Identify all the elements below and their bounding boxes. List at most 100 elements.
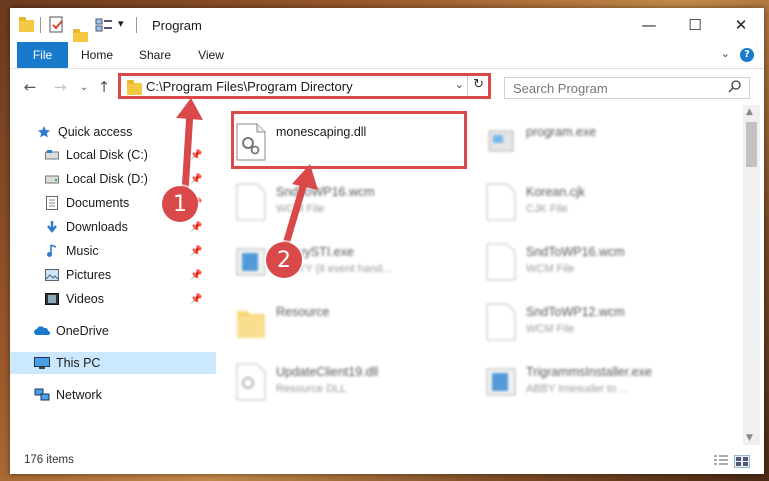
sidebar-item-label: Local Disk (C:) [66, 148, 148, 162]
explorer-window: ▾ Program — ☐ ✕ File Home Share View ⌄ ?… [10, 8, 764, 474]
drive-icon [44, 148, 60, 162]
exe-file-icon [486, 363, 516, 401]
sidebar-item-label: Downloads [66, 220, 128, 234]
address-dropdown-icon[interactable]: ⌄ [455, 78, 464, 91]
scrollbar-thumb[interactable] [746, 122, 757, 167]
help-icon[interactable]: ? [740, 48, 754, 62]
sidebar-item-label: Documents [66, 196, 130, 210]
pin-icon[interactable]: 📌 [190, 294, 202, 305]
sidebar-item-music[interactable]: Music 📌 [10, 240, 238, 262]
tab-view[interactable]: View [192, 42, 230, 68]
minimize-button[interactable]: — [626, 8, 672, 42]
maximize-button[interactable]: ☐ [672, 8, 718, 42]
tab-file[interactable]: File [17, 42, 68, 68]
file-item[interactable]: program.exe [482, 117, 722, 169]
sidebar-item-label: This PC [56, 356, 101, 370]
sidebar-item-label: Pictures [66, 268, 112, 282]
sidebar-item-documents[interactable]: Documents 📌 [10, 192, 238, 214]
music-icon [44, 244, 60, 258]
sidebar-item-pictures[interactable]: Pictures 📌 [10, 264, 238, 286]
pin-icon[interactable]: 📌 [190, 174, 202, 185]
pin-icon[interactable]: 📌 [190, 270, 202, 281]
sidebar-item-network[interactable]: Network [10, 384, 228, 406]
sidebar-item-onedrive[interactable]: OneDrive [10, 320, 228, 342]
file-name: Resource [276, 305, 330, 319]
file-icon [486, 243, 516, 281]
sidebar-item-local-disk-d[interactable]: Local Disk (D:) 📌 [10, 168, 238, 190]
sidebar-item-videos[interactable]: Videos 📌 [10, 288, 238, 310]
ribbon-tabs: File Home Share View ⌄ ? [10, 42, 764, 69]
highlight-box [231, 111, 467, 169]
videos-icon [44, 292, 60, 306]
tab-share[interactable]: Share [134, 42, 176, 68]
scroll-up-icon[interactable]: ▲ [746, 107, 753, 117]
file-item[interactable]: Resource [232, 297, 472, 349]
pin-icon[interactable]: 📌 [190, 222, 202, 233]
pin-icon[interactable]: 📌 [190, 150, 202, 161]
address-bar[interactable]: C:\Program Files\Program Directory ⌄ ↻ [118, 73, 491, 99]
navigation-pane: Quick access Local Disk (C:) 📌 Local Dis… [10, 105, 228, 445]
search-icon[interactable] [728, 80, 741, 97]
exe-file-icon [236, 243, 266, 281]
file-icon [486, 183, 516, 221]
sidebar-item-label: Music [66, 244, 99, 258]
sidebar-item-label: Network [56, 388, 102, 402]
back-arrow-icon[interactable]: ← [20, 77, 40, 97]
file-type: WCM File [526, 263, 575, 275]
callout-badge-two: 2 [266, 242, 302, 278]
forward-arrow-icon[interactable]: → [50, 77, 70, 97]
sidebar-item-label: Quick access [58, 125, 133, 139]
address-row: ← → ⌄ ↑ C:\Program Files\Program Directo… [10, 69, 764, 105]
file-name: UpdateClient19.dll [276, 365, 379, 379]
search-input[interactable]: Search Program [504, 77, 750, 99]
sidebar-item-downloads[interactable]: Downloads 📌 [10, 216, 238, 238]
file-item[interactable]: SndToWP12.wcm WCM File [482, 297, 722, 349]
expand-ribbon-icon[interactable]: ⌄ [721, 47, 730, 60]
properties-icon[interactable] [49, 16, 65, 33]
pin-icon[interactable]: 📌 [190, 246, 202, 257]
toolbar-divider [40, 17, 41, 33]
item-count: 176 items [24, 454, 74, 466]
view-options-icon[interactable] [95, 17, 113, 33]
pc-icon [34, 356, 50, 370]
up-arrow-icon[interactable]: ↑ [94, 77, 114, 97]
window-title: Program [152, 18, 202, 33]
file-type: WCM File [276, 203, 325, 215]
file-type: CJK File [526, 203, 568, 215]
file-name: Korean.cjk [526, 185, 586, 199]
large-icons-view-icon[interactable] [734, 455, 750, 468]
sidebar-item-label: Videos [66, 292, 104, 306]
address-path[interactable]: C:\Program Files\Program Directory [146, 79, 353, 94]
star-icon [36, 125, 52, 139]
file-item[interactable]: SndToWP16.wcm WCM File [232, 177, 472, 229]
file-item[interactable]: Korean.cjk CJK File [482, 177, 722, 229]
title-divider [136, 17, 137, 33]
file-type: WCM File [526, 323, 575, 335]
dll-file-icon [236, 363, 266, 401]
close-button[interactable]: ✕ [718, 8, 764, 42]
file-item[interactable]: TrigrammsInstaller.exe ABBY Imesuder to … [482, 357, 722, 409]
file-item[interactable]: UpdateClient19.dll Resource DLL [232, 357, 472, 409]
tab-home[interactable]: Home [76, 42, 118, 68]
refresh-icon[interactable]: ↻ [473, 77, 484, 92]
exe-file-icon [486, 123, 516, 161]
address-folder-icon [127, 80, 142, 95]
customize-toolbar-icon[interactable]: ▾ [118, 17, 124, 33]
file-icon [236, 183, 266, 221]
file-name: program.exe [526, 125, 597, 139]
title-bar: ▾ Program — ☐ ✕ [10, 8, 764, 44]
sidebar-item-this-pc[interactable]: This PC [10, 352, 228, 374]
downloads-icon [44, 220, 60, 234]
details-view-icon[interactable] [714, 455, 728, 466]
folder-icon [236, 303, 266, 341]
search-placeholder: Search Program [513, 81, 608, 96]
recent-locations-icon[interactable]: ⌄ [74, 77, 94, 97]
callout-badge-one: 1 [162, 186, 198, 222]
scroll-down-icon[interactable]: ▼ [746, 433, 753, 443]
sidebar-item-label: OneDrive [56, 324, 109, 338]
sidebar-item-quick-access[interactable]: Quick access [10, 121, 230, 143]
vertical-scrollbar[interactable]: ▲ ▼ [743, 105, 760, 445]
sidebar-item-label: Local Disk (D:) [66, 172, 148, 186]
file-item[interactable]: SndToWP16.wcm WCM File [482, 237, 722, 289]
sidebar-item-local-disk-c[interactable]: Local Disk (C:) 📌 [10, 144, 238, 166]
